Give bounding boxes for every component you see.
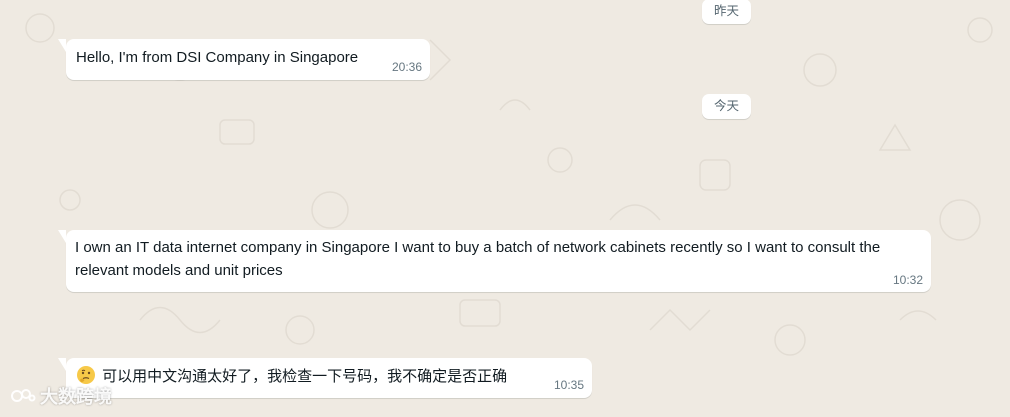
message-text: 可以用中文沟通太好了，我检查一下号码，我不确定是否正确 <box>102 368 508 385</box>
message-time: 10:35 <box>553 378 584 392</box>
message-time: 20:36 <box>391 60 422 74</box>
watermark-icon <box>11 389 36 402</box>
message-bubble[interactable]: Hello, I'm from DSI Company in Singapore… <box>58 39 430 80</box>
date-divider-today: 今天 <box>702 94 752 119</box>
date-divider-label: 今天 <box>714 99 740 113</box>
message-text: I own an IT data internet company in Sin… <box>75 239 885 279</box>
message-time: 10:32 <box>892 273 923 287</box>
message-bubble[interactable]: I own an IT data internet company in Sin… <box>58 230 931 292</box>
message-text: Hello, I'm from DSI Company in Singapore <box>76 49 359 66</box>
watermark-logo: 大数跨境 <box>10 383 112 409</box>
date-divider-label: 昨天 <box>714 4 740 18</box>
date-divider-yesterday: 昨天 <box>702 0 752 24</box>
message-bubble[interactable]: 可以用中文沟通太好了，我检查一下号码，我不确定是否正确 10:35 <box>58 358 592 398</box>
thinking-face-icon <box>77 366 95 384</box>
watermark-text: 大数跨境 <box>40 387 112 407</box>
